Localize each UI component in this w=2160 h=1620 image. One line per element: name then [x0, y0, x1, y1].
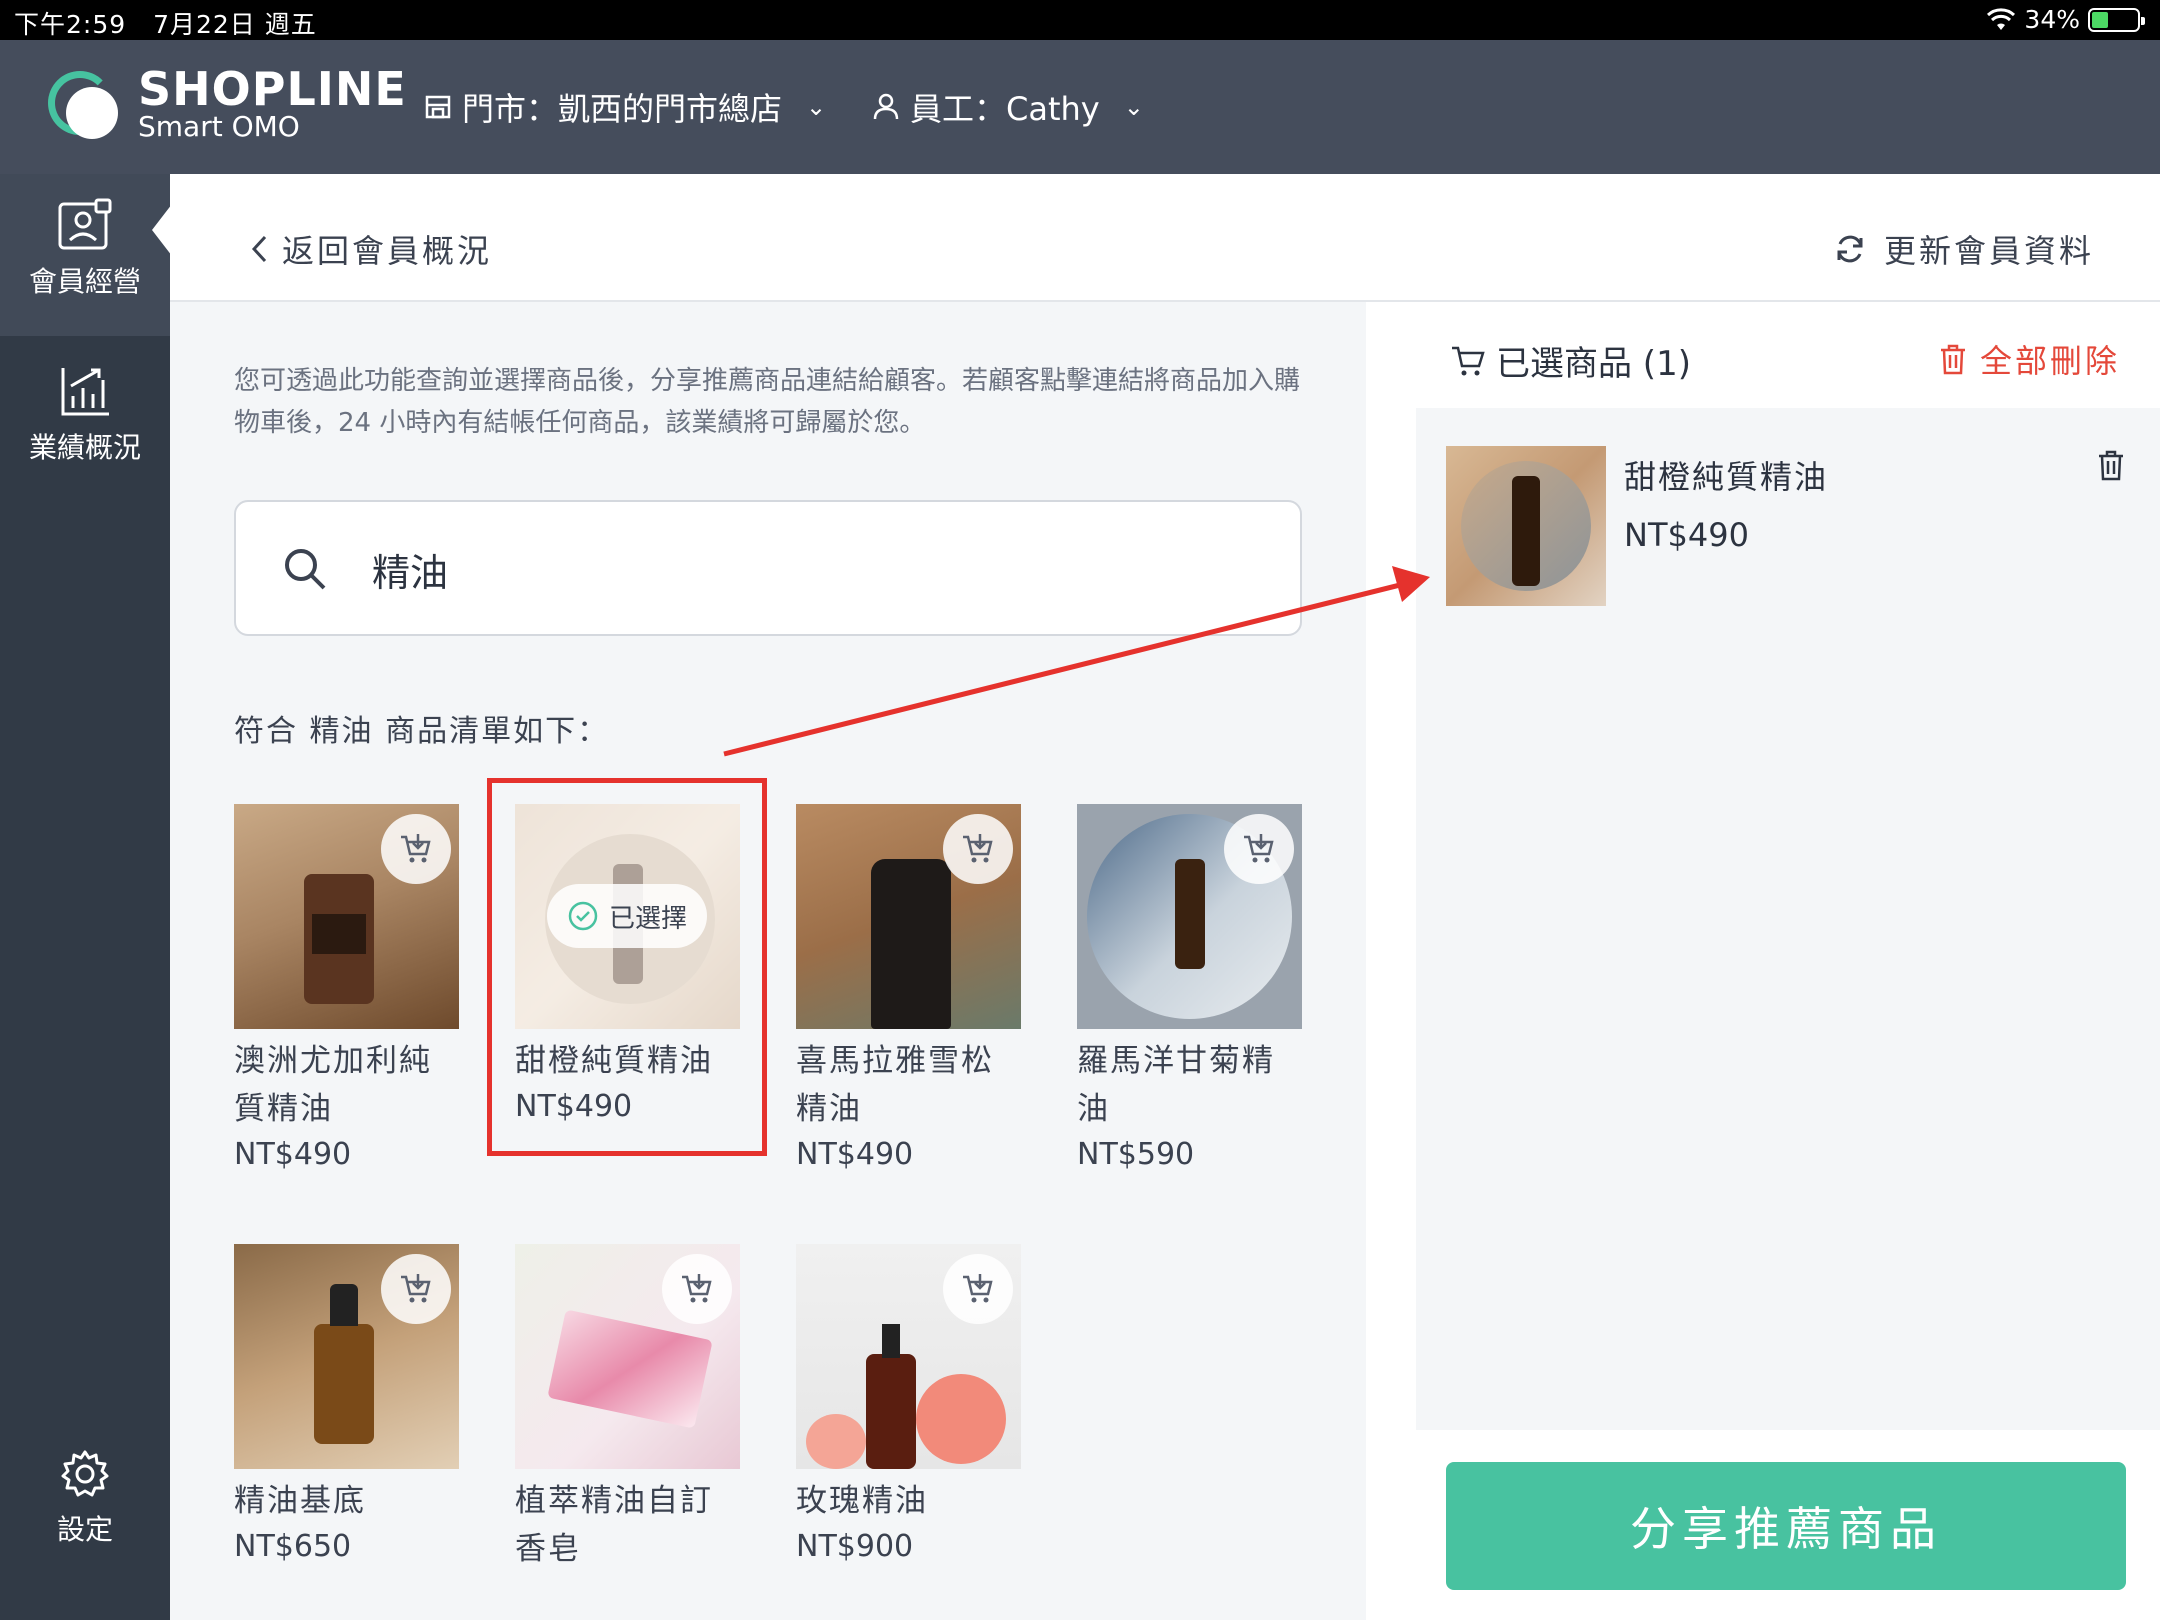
trash-icon	[1940, 344, 1965, 375]
product-image	[796, 1244, 1021, 1469]
sidebar-item-settings[interactable]: 設定	[0, 1448, 170, 1578]
chart-icon	[61, 368, 109, 416]
delete-all-label: 全部刪除	[1979, 342, 2120, 380]
status-time: 下午2:59	[14, 10, 127, 39]
product-card[interactable]: 玫瑰精油 NT$900	[796, 1244, 1021, 1562]
sidebar-item-label: 業績概況	[28, 431, 141, 464]
product-price: NT$490	[796, 1137, 914, 1172]
add-to-cart-button[interactable]	[381, 1254, 451, 1324]
content-topbar: 返回會員概況 更新會員資料	[170, 174, 2160, 302]
annotation-highlight-box	[487, 778, 767, 1156]
product-price: NT$650	[234, 1529, 352, 1562]
sidebar-settings-label: 設定	[56, 1513, 113, 1546]
ios-status-bar: 下午2:59 7月22日 週五 34%	[0, 0, 2160, 40]
store-selector-label: 門市：凱西的門市總店	[462, 90, 783, 128]
product-price: NT$590	[1077, 1137, 1195, 1172]
delete-all-button[interactable]: 全部刪除	[1938, 336, 2120, 382]
cart-add-icon	[1244, 834, 1274, 863]
product-name: 喜馬拉雅雪松精油	[796, 1043, 994, 1127]
product-card[interactable]: 喜馬拉雅雪松精油 NT$490	[796, 804, 1021, 1172]
back-button-label: 返回會員概況	[282, 232, 493, 270]
add-to-cart-button[interactable]	[381, 814, 451, 884]
selected-item-name: 甜橙純質精油	[1624, 458, 1829, 496]
product-image	[796, 804, 1021, 1029]
cart-icon	[1452, 346, 1485, 375]
product-image	[1077, 804, 1302, 1029]
share-products-button[interactable]: 分享推薦商品	[1446, 1462, 2126, 1590]
chevron-left-icon	[251, 235, 267, 263]
panel-header: 已選商品 (1) 全部刪除	[1366, 302, 2160, 408]
product-price: NT$900	[796, 1529, 914, 1562]
battery-icon	[2088, 7, 2145, 32]
staff-selector-label: 員工：Cathy	[910, 90, 1100, 128]
cart-add-icon	[401, 834, 431, 863]
selected-item-price: NT$490	[1624, 516, 1749, 554]
search-input[interactable]	[372, 536, 1252, 602]
member-card-icon	[58, 198, 112, 250]
app-header: SHOPLINE Smart OMO 門市：凱西的門市總店 ⌄ 員工：Cathy…	[0, 40, 2160, 174]
add-to-cart-button[interactable]	[1224, 814, 1294, 884]
product-card[interactable]: 澳洲尤加利純質精油 NT$490	[234, 804, 459, 1172]
product-name: 玫瑰精油	[796, 1483, 928, 1519]
product-search	[234, 500, 1302, 636]
result-title: 符合 精油 商品清單如下：	[234, 714, 610, 749]
refresh-label: 更新會員資料	[1883, 232, 2094, 270]
feature-description: 您可透過此功能查詢並選擇商品後，分享推薦商品連結給顧客。若顧客點擊連結將商品加入…	[234, 366, 1301, 438]
store-icon	[425, 95, 451, 119]
product-card[interactable]: 植萃精油自訂香皂	[515, 1244, 740, 1562]
chevron-down-icon: ⌄	[1123, 93, 1144, 121]
cart-add-icon	[963, 834, 993, 863]
add-to-cart-button[interactable]	[662, 1254, 732, 1324]
store-selector[interactable]: 門市：凱西的門市總店 ⌄	[424, 84, 826, 130]
back-button[interactable]: 返回會員概況	[250, 226, 492, 272]
wifi-icon	[1987, 7, 2016, 30]
shopline-logo: SHOPLINE Smart OMO	[46, 66, 407, 142]
product-price: NT$490	[234, 1137, 352, 1172]
logo-sub: Smart OMO	[138, 110, 300, 143]
product-name: 植萃精油自訂香皂	[515, 1483, 713, 1562]
panel-title-label: 已選商品 (1)	[1496, 344, 1691, 384]
selected-item: 甜橙純質精油 NT$490	[1446, 446, 2126, 606]
search-icon	[285, 549, 326, 590]
cart-add-icon	[682, 1274, 712, 1303]
logo-brand: SHOPLINE	[138, 62, 407, 116]
refresh-icon	[1837, 235, 1863, 263]
product-name: 精油基底	[234, 1483, 366, 1519]
sidebar-item-performance[interactable]: 業績概況	[0, 364, 170, 494]
remove-item-button[interactable]	[2096, 448, 2126, 486]
product-grid: 澳洲尤加利純質精油 NT$490 已選擇 甜橙純質精油 NT$490 喜馬拉雅雪…	[234, 804, 1304, 1562]
product-image	[234, 1244, 459, 1469]
staff-selector[interactable]: 員工：Cathy ⌄	[872, 84, 1144, 130]
cart-add-icon	[401, 1274, 431, 1303]
add-to-cart-button[interactable]	[943, 814, 1013, 884]
share-footer: 分享推薦商品	[1416, 1430, 2160, 1620]
status-date: 7月22日 週五	[153, 10, 317, 39]
cart-add-icon	[963, 1274, 993, 1303]
product-name: 澳洲尤加利純質精油	[234, 1043, 432, 1127]
chevron-down-icon: ⌄	[806, 93, 827, 121]
product-card[interactable]: 精油基底 NT$650	[234, 1244, 459, 1562]
product-card[interactable]: 羅馬洋甘菊精油 NT$590	[1077, 804, 1302, 1172]
gear-icon	[61, 1450, 109, 1497]
active-indicator	[152, 204, 172, 256]
selected-list: 甜橙純質精油 NT$490	[1416, 408, 2160, 1430]
panel-title: 已選商品 (1)	[1450, 336, 1691, 385]
product-image	[234, 804, 459, 1029]
sidebar-item-label: 會員經營	[28, 265, 141, 298]
product-name: 羅馬洋甘菊精油	[1077, 1043, 1275, 1127]
battery-percent: 34%	[2024, 5, 2080, 34]
selected-products-panel: 已選商品 (1) 全部刪除 甜橙純質精油 NT$490 分享推薦商品	[1366, 302, 2160, 1620]
sidebar: 會員經營 業績概況 設定	[0, 174, 172, 1620]
logo-mark-icon	[46, 67, 120, 141]
trash-icon	[2099, 450, 2123, 481]
refresh-member-button[interactable]: 更新會員資料	[1834, 226, 2094, 272]
selected-item-image	[1446, 446, 1606, 606]
product-image	[515, 1244, 740, 1469]
add-to-cart-button[interactable]	[943, 1254, 1013, 1324]
staff-icon	[873, 93, 899, 120]
sidebar-item-member[interactable]: 會員經營	[0, 174, 170, 336]
